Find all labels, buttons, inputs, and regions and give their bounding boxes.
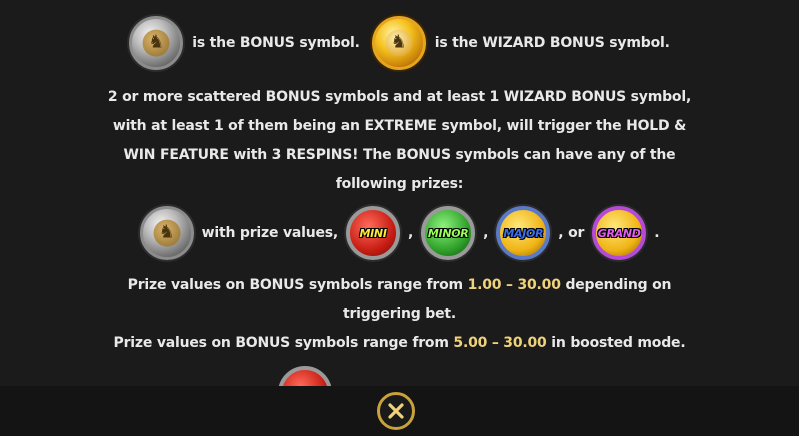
range-normal-pre: Prize values on BONUS symbols range from [127,277,463,293]
separator: , or [558,225,585,241]
minor-jackpot-icon: MINOR [421,206,476,260]
bonus-coin-icon: ♞ [139,206,194,260]
wizard-coin-icon: ♞ [371,16,426,70]
range-boosted-value: 5.00 – 30.00 [453,335,547,351]
range-normal-line-2: triggering bet. [342,306,457,322]
bonus-symbol-text: is the BONUS symbol. [192,35,360,51]
description-line-1: 2 or more scattered BONUS symbols and at… [107,89,692,105]
range-normal-line: Prize values on BONUS symbols range from… [0,276,799,294]
range-boosted-line: Prize values on BONUS symbols range from… [0,334,799,352]
mini-label: MINI [359,226,387,240]
mini-jackpot-icon: MINI [346,206,401,260]
grand-jackpot-icon: GRAND [592,206,647,260]
symbols-row: ♞ is the BONUS symbol. ♞ is the WIZARD B… [0,16,799,70]
paytable-panel: ♞ is the BONUS symbol. ♞ is the WIZARD B… [0,0,799,386]
prizes-end: . [654,225,660,241]
separator: , [408,225,414,241]
range-normal-post: depending on [565,277,672,293]
bonus-coin-icon: ♞ [129,16,184,70]
range-boosted-pre: Prize values on BONUS symbols range from [113,335,449,351]
major-jackpot-icon: MAJOR [496,206,551,260]
major-label: MAJOR [503,226,544,240]
description-line-2: with at least 1 of them being an EXTREME… [112,118,687,134]
close-button[interactable] [377,392,415,430]
prizes-row: ♞ with prize values, MINI , MINOR , MAJO… [0,206,799,260]
range-normal-value: 1.00 – 30.00 [467,277,561,293]
grand-label: GRAND [597,226,641,240]
wizard-symbol-text: is the WIZARD BONUS symbol. [434,35,670,51]
description-line-4: following prizes: [335,176,464,192]
red-jackpot-coin-icon [278,366,332,386]
close-x-icon [388,403,404,419]
prize-values-text: with prize values, [201,225,339,241]
range-boosted-post: in boosted mode. [551,335,686,351]
minor-label: MINOR [427,226,469,240]
separator: , [483,225,489,241]
description-line-3: WIN FEATURE with 3 RESPINS! The BONUS sy… [123,147,676,163]
